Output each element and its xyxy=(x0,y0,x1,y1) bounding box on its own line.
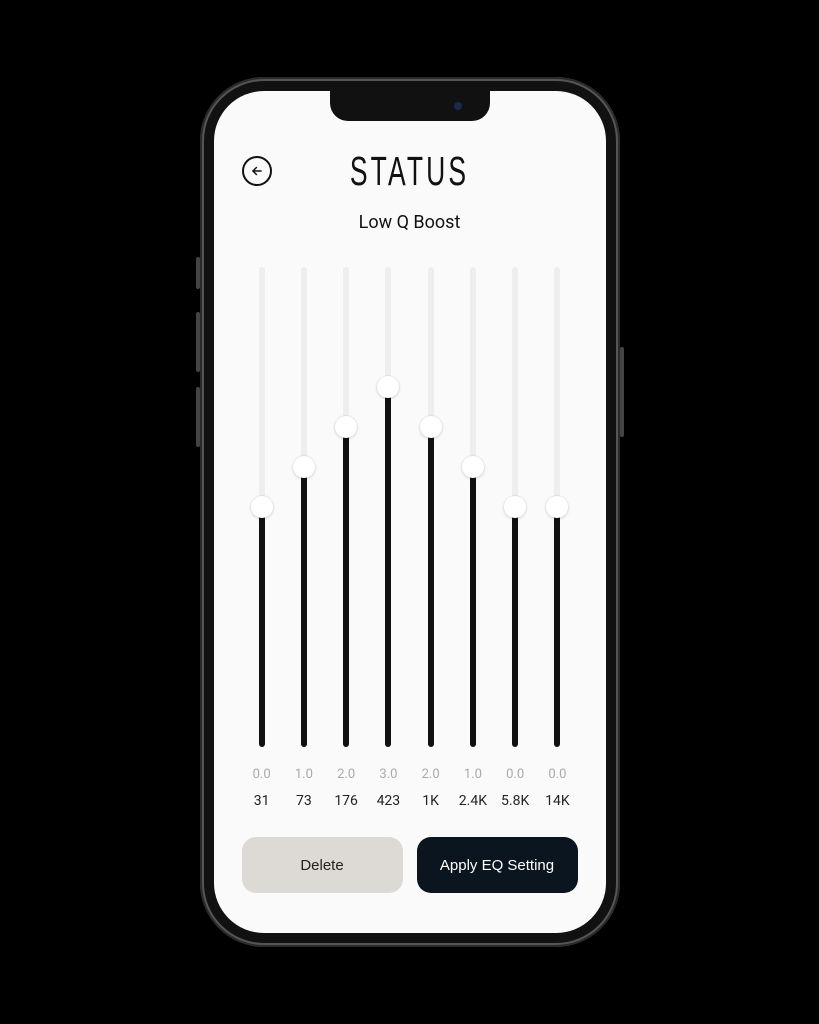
app-root: STATUS Low Q Boost 0.0311.0732.01763.042… xyxy=(214,91,606,933)
eq-frequency: 5.8K xyxy=(501,793,529,813)
eq-band: 0.031 xyxy=(244,257,280,813)
eq-frequency: 1K xyxy=(422,793,439,813)
phone-screen: STATUS Low Q Boost 0.0311.0732.01763.042… xyxy=(214,91,606,933)
eq-slider[interactable] xyxy=(244,257,280,761)
eq-slider[interactable] xyxy=(497,257,533,761)
eq-band: 0.014K xyxy=(539,257,575,813)
eq-thumb[interactable] xyxy=(335,416,357,438)
eq-band: 1.0 2.4K xyxy=(455,257,491,813)
delete-button[interactable]: Delete xyxy=(242,837,403,893)
eq-track xyxy=(301,267,307,747)
eq-frequency: 14K xyxy=(545,793,570,813)
eq-fill xyxy=(259,507,265,747)
eq-value: 3.0 xyxy=(379,767,397,785)
back-button[interactable] xyxy=(242,156,272,186)
eq-thumb[interactable] xyxy=(420,416,442,438)
phone-volume-up xyxy=(196,312,200,372)
eq-slider[interactable] xyxy=(413,257,449,761)
eq-slider[interactable] xyxy=(370,257,406,761)
eq-thumb[interactable] xyxy=(546,496,568,518)
eq-frequency: 2.4K xyxy=(459,793,487,813)
eq-fill xyxy=(428,427,434,747)
eq-track xyxy=(428,267,434,747)
eq-track xyxy=(512,267,518,747)
apply-eq-button[interactable]: Apply EQ Setting xyxy=(417,837,578,893)
eq-track xyxy=(343,267,349,747)
eq-frequency: 31 xyxy=(254,793,270,813)
eq-value: 2.0 xyxy=(337,767,355,785)
preset-name: Low Q Boost xyxy=(242,212,578,233)
app-header: STATUS xyxy=(242,146,578,198)
eq-fill xyxy=(343,427,349,747)
eq-value: 2.0 xyxy=(422,767,440,785)
app-title: STATUS xyxy=(350,149,469,196)
eq-fill xyxy=(470,467,476,747)
phone-volume-down xyxy=(196,387,200,447)
eq-frequency: 73 xyxy=(296,793,312,813)
eq-track xyxy=(470,267,476,747)
phone-notch xyxy=(330,91,490,121)
eq-thumb[interactable] xyxy=(377,376,399,398)
eq-value: 0.0 xyxy=(548,767,566,785)
phone-frame: STATUS Low Q Boost 0.0311.0732.01763.042… xyxy=(200,77,620,947)
eq-value: 0.0 xyxy=(253,767,271,785)
eq-slider[interactable] xyxy=(286,257,322,761)
eq-band: 0.0 5.8K xyxy=(497,257,533,813)
equalizer: 0.0311.0732.01763.04232.01K1.02.4K0.05.8… xyxy=(242,257,578,813)
eq-band: 3.0423 xyxy=(370,257,406,813)
eq-fill xyxy=(301,467,307,747)
eq-slider[interactable] xyxy=(539,257,575,761)
arrow-left-icon xyxy=(250,164,264,178)
eq-fill xyxy=(512,507,518,747)
eq-frequency: 176 xyxy=(334,793,358,813)
eq-value: 1.0 xyxy=(295,767,313,785)
eq-thumb[interactable] xyxy=(504,496,526,518)
phone-power-button xyxy=(620,347,624,437)
eq-slider[interactable] xyxy=(455,257,491,761)
eq-value: 0.0 xyxy=(506,767,524,785)
eq-fill xyxy=(385,387,391,747)
phone-silent-switch xyxy=(196,257,200,289)
eq-value: 1.0 xyxy=(464,767,482,785)
eq-track xyxy=(554,267,560,747)
eq-thumb[interactable] xyxy=(293,456,315,478)
eq-thumb[interactable] xyxy=(462,456,484,478)
eq-slider[interactable] xyxy=(328,257,364,761)
action-bar: Delete Apply EQ Setting xyxy=(242,837,578,893)
eq-fill xyxy=(554,507,560,747)
eq-band: 2.01K xyxy=(413,257,449,813)
eq-track xyxy=(385,267,391,747)
eq-frequency: 423 xyxy=(377,793,401,813)
eq-band: 2.0176 xyxy=(328,257,364,813)
eq-thumb[interactable] xyxy=(251,496,273,518)
eq-band: 1.073 xyxy=(286,257,322,813)
eq-track xyxy=(259,267,265,747)
